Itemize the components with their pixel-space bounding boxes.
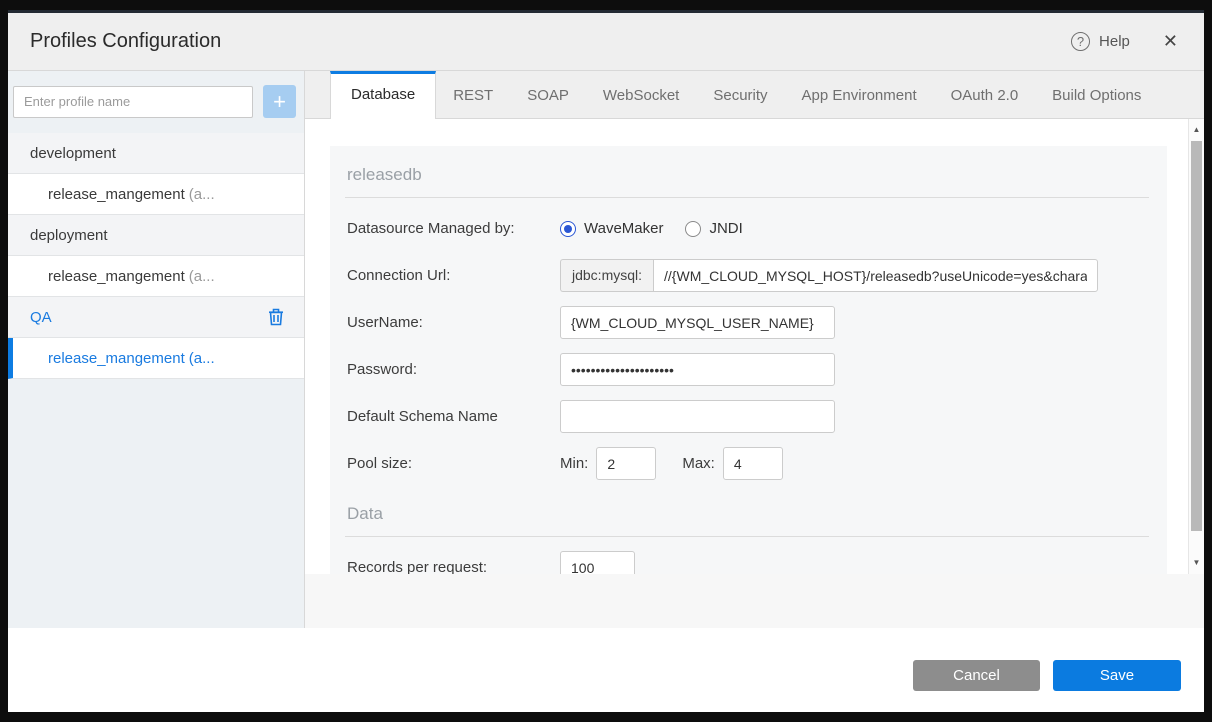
scrollbar-thumb[interactable] <box>1191 141 1202 531</box>
data-section-title: Data <box>345 498 1149 537</box>
schema-row: Default Schema Name <box>345 400 1149 433</box>
profile-detail-pane: Database REST SOAP WebSocket Security Ap… <box>305 71 1204 629</box>
save-button[interactable]: Save <box>1053 660 1181 691</box>
sidebar-group-development[interactable]: development <box>8 133 304 174</box>
profile-name: release_mangement <box>48 267 185 285</box>
datasource-radio-group: WaveMaker JNDI <box>560 220 757 237</box>
jdbc-prefix-addon: jdbc:mysql: <box>560 259 654 292</box>
profiles-sidebar: + development release_mangement (a... de… <box>8 71 305 628</box>
password-row: Password: <box>345 353 1149 386</box>
connection-url-group: jdbc:mysql: <box>560 259 1098 292</box>
profile-group-label: development <box>30 144 116 162</box>
pool-min-label: Min: <box>560 455 589 472</box>
database-section-title: releasedb <box>345 159 1149 198</box>
datasource-label: Datasource Managed by: <box>347 220 515 237</box>
header-actions: ? Help ✕ <box>1071 31 1178 52</box>
tab-database[interactable]: Database <box>330 71 437 119</box>
profile-name-suffix: (a... <box>188 185 215 203</box>
tab-websocket[interactable]: WebSocket <box>586 74 696 118</box>
sidebar-group-deployment[interactable]: deployment <box>8 215 304 256</box>
scroll-up-arrow-icon[interactable]: ▲ <box>1189 121 1204 139</box>
profiles-configuration-dialog: Profiles Configuration ? Help ✕ + develo… <box>8 10 1204 712</box>
wavemaker-radio[interactable] <box>560 220 576 237</box>
pool-max-input[interactable] <box>722 447 783 480</box>
connection-url-input[interactable] <box>653 259 1098 292</box>
pool-max-label: Max: <box>682 455 715 472</box>
jndi-radio[interactable] <box>685 220 702 237</box>
records-per-request-input[interactable] <box>560 551 635 574</box>
schema-label: Default Schema Name <box>347 408 498 425</box>
profile-name: release_mangement <box>48 349 185 367</box>
connection-url-row: Connection Url: jdbc:mysql: <box>345 259 1149 292</box>
profile-create-row: + <box>8 71 304 133</box>
trash-icon <box>269 308 283 326</box>
username-input[interactable] <box>560 306 835 339</box>
password-input[interactable] <box>560 353 835 386</box>
connection-url-label: Connection Url: <box>347 267 451 284</box>
help-circle-icon[interactable]: ? <box>1071 32 1091 51</box>
username-label: UserName: <box>347 314 423 331</box>
profile-name-suffix: (a... <box>188 267 215 285</box>
wavemaker-radio-label[interactable]: WaveMaker <box>584 220 663 237</box>
jndi-radio-label[interactable]: JNDI <box>709 220 742 237</box>
sidebar-group-qa[interactable]: QA <box>8 297 304 338</box>
dialog-title: Profiles Configuration <box>30 30 222 52</box>
tab-security[interactable]: Security <box>696 74 784 118</box>
scroll-down-arrow-icon[interactable]: ▼ <box>1189 554 1204 572</box>
delete-profile-button[interactable] <box>268 308 284 326</box>
profile-group-label: QA <box>30 308 52 326</box>
dialog-footer: Cancel Save <box>8 628 1204 712</box>
profile-name-suffix: (a... <box>188 349 215 367</box>
tab-soap[interactable]: SOAP <box>510 74 586 118</box>
close-icon[interactable]: ✕ <box>1163 31 1178 52</box>
pool-size-label: Pool size: <box>347 455 413 472</box>
password-label: Password: <box>347 361 418 378</box>
records-per-request-row: Records per request: <box>345 551 1149 574</box>
profile-name-input[interactable] <box>13 85 253 118</box>
records-per-request-label: Records per request: <box>347 559 488 574</box>
tab-app-environment[interactable]: App Environment <box>785 74 934 118</box>
pool-min-input[interactable] <box>596 447 657 480</box>
dialog-body: + development release_mangement (a... de… <box>8 71 1204 629</box>
username-row: UserName: <box>345 306 1149 339</box>
sidebar-item-release-mangement-deploy[interactable]: release_mangement (a... <box>8 256 304 297</box>
panel-bottom-spacer <box>305 574 1204 629</box>
sidebar-item-release-mangement-dev[interactable]: release_mangement (a... <box>8 174 304 215</box>
vertical-scrollbar[interactable]: ▲ ▼ <box>1188 119 1204 574</box>
help-link[interactable]: Help <box>1099 33 1130 50</box>
default-schema-input[interactable] <box>560 400 835 433</box>
add-profile-button[interactable]: + <box>263 85 296 118</box>
pool-size-row: Pool size: Min: Max: <box>345 447 1149 480</box>
datasource-row: Datasource Managed by: WaveMaker JNDI <box>345 212 1149 245</box>
dialog-header: Profiles Configuration ? Help ✕ <box>8 13 1204 71</box>
tab-oauth[interactable]: OAuth 2.0 <box>934 74 1036 118</box>
database-tab-panel: releasedb Datasource Managed by: WaveMak… <box>305 119 1204 574</box>
database-config-card: releasedb Datasource Managed by: WaveMak… <box>330 146 1167 574</box>
tab-rest[interactable]: REST <box>436 74 510 118</box>
sidebar-item-release-mangement-qa-selected[interactable]: release_mangement (a... <box>8 338 304 379</box>
profile-group-label: deployment <box>30 226 108 244</box>
tab-build-options[interactable]: Build Options <box>1035 74 1158 118</box>
cancel-button[interactable]: Cancel <box>913 660 1040 691</box>
profile-name: release_mangement <box>48 185 185 203</box>
service-tabs: Database REST SOAP WebSocket Security Ap… <box>305 71 1204 119</box>
